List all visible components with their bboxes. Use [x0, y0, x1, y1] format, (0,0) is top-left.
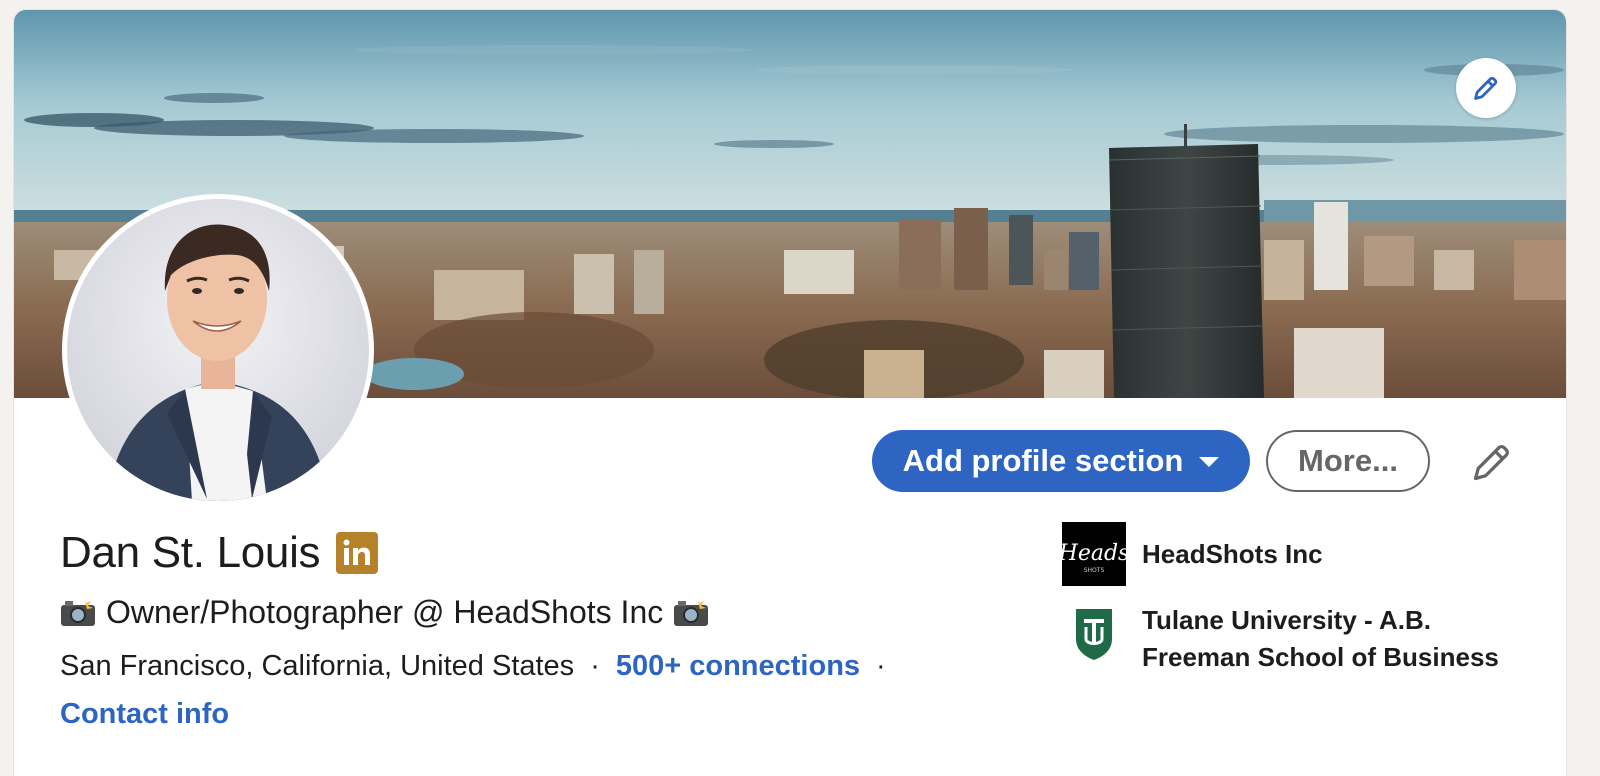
caret-down-icon — [1199, 457, 1220, 467]
company-logo: Heads SHOTS — [1062, 522, 1126, 586]
linkedin-icon — [336, 532, 379, 574]
profile-name: Dan St. Louis — [60, 528, 321, 577]
camera-flash-icon — [674, 597, 709, 626]
company-logo-text: Heads — [1062, 541, 1126, 566]
headline: Owner/Photographer @ HeadShots Inc — [60, 594, 709, 631]
name-row: Dan St. Louis — [60, 528, 379, 578]
profile-photo[interactable] — [62, 194, 374, 506]
current-company[interactable]: Heads SHOTS HeadShots Inc — [1062, 522, 1323, 586]
profile-card: Add profile section More... Dan St. Loui… — [14, 10, 1566, 776]
company-name: HeadShots Inc — [1142, 539, 1323, 569]
location-row: San Francisco, California, United States… — [60, 650, 902, 683]
contact-info-link[interactable]: Contact info — [60, 698, 229, 731]
separator: · — [876, 650, 886, 682]
school-name-line1: Tulane University - A.B. — [1142, 605, 1431, 635]
edit-intro-button[interactable] — [1466, 436, 1518, 488]
school-logo — [1062, 602, 1126, 666]
education[interactable]: Tulane University - A.B. Freeman School … — [1062, 602, 1499, 676]
connections-link[interactable]: 500+ connections — [616, 650, 860, 683]
pencil-icon — [1473, 445, 1509, 481]
location: San Francisco, California, United States — [60, 650, 575, 682]
edit-cover-button[interactable] — [1456, 58, 1516, 118]
more-button[interactable]: More... — [1266, 430, 1430, 492]
separator: · — [590, 650, 600, 682]
add-profile-section-button[interactable]: Add profile section — [872, 430, 1250, 492]
profile-photo-image — [67, 199, 369, 501]
company-logo-subtext: SHOTS — [1084, 567, 1105, 574]
camera-flash-icon — [61, 597, 95, 626]
add-profile-section-label: Add profile section — [902, 443, 1184, 478]
school-name-line2: Freeman School of Business — [1142, 642, 1499, 672]
headline-text: Owner/Photographer @ HeadShots Inc — [106, 594, 664, 630]
pencil-icon — [1474, 76, 1498, 100]
